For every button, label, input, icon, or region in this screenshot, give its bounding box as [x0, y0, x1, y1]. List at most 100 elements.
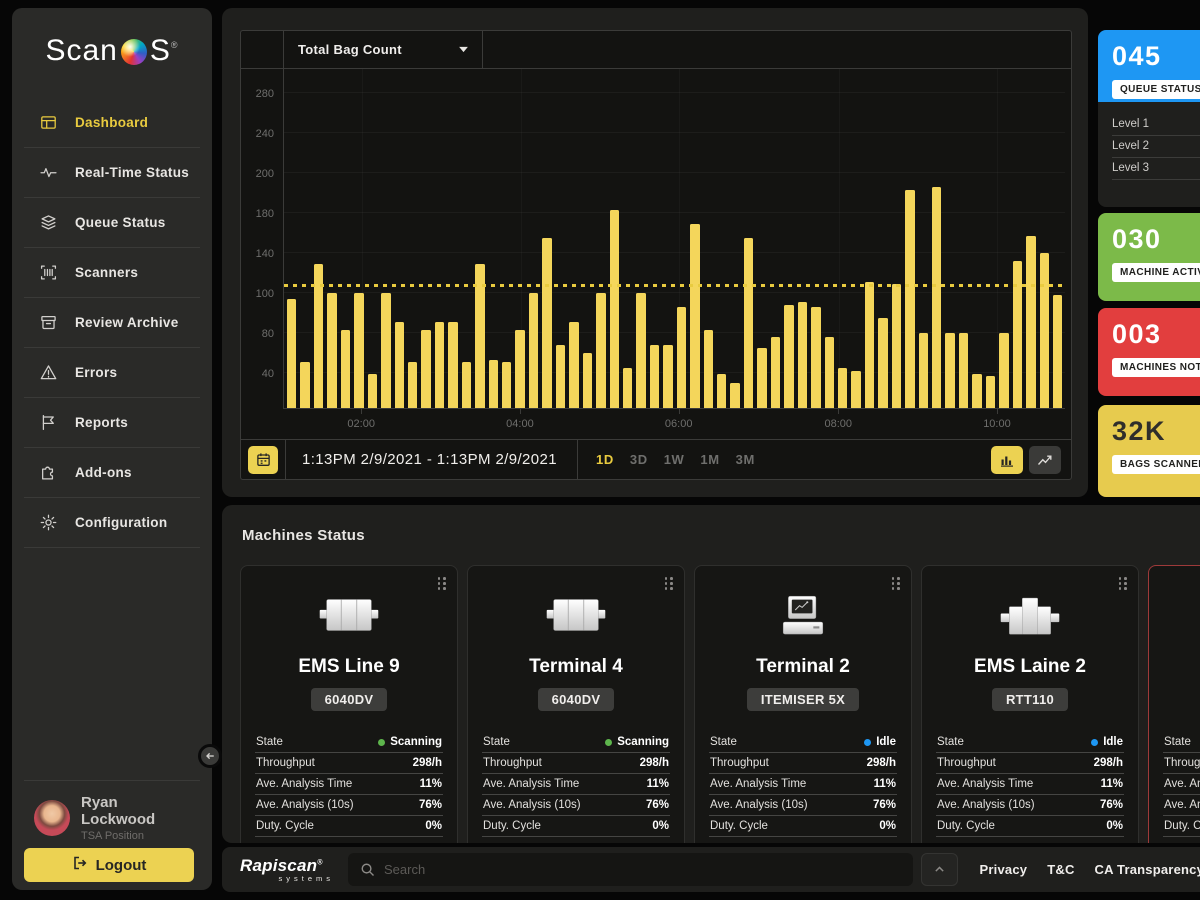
- footer-link-t-c[interactable]: T&C: [1047, 862, 1074, 877]
- bar: [623, 368, 632, 408]
- calendar-button[interactable]: [248, 446, 278, 474]
- machine-card: StateThroughputAve. Analysis TimeAve. An…: [1148, 565, 1200, 843]
- sidebar-item-real-time-status[interactable]: Real-Time Status: [24, 148, 200, 198]
- chart-panel: Total Bag Count 2802402001801401008040 0…: [222, 8, 1088, 497]
- bar: [892, 284, 901, 408]
- search-input[interactable]: [384, 862, 901, 877]
- date-range[interactable]: 1:13PM 2/9/2021 - 1:13PM 2/9/2021: [286, 440, 578, 479]
- logout-button[interactable]: Logout: [24, 848, 194, 882]
- y-tick-label: 80: [262, 328, 274, 340]
- registered-mark: ®: [171, 40, 179, 50]
- machine-card: EMS Line 9 6040DV StateScanningThroughpu…: [240, 565, 458, 843]
- stat-label: Duty. Cycle: [1164, 820, 1200, 832]
- queue-status-card: 045 QUEUE STATUS Level 1Level 2Level 3: [1098, 30, 1200, 207]
- stat-label: Ave. Analysis Time: [483, 778, 579, 790]
- drag-handle-icon[interactable]: [665, 577, 674, 590]
- metric-dropdown[interactable]: Total Bag Count: [283, 31, 483, 68]
- bar: [757, 348, 766, 408]
- stat-value: Scanning: [605, 736, 669, 748]
- search-bar: [348, 853, 913, 886]
- machine-stat-row: Throughput298/h: [936, 753, 1124, 774]
- bar: [1053, 295, 1062, 408]
- sidebar-item-dashboard[interactable]: Dashboard: [24, 98, 200, 148]
- footer-link-ca-transparency[interactable]: CA Transparency: [1095, 862, 1200, 877]
- range-button-1w[interactable]: 1W: [664, 452, 685, 467]
- x-tick-label: 04:00: [506, 418, 534, 430]
- stat-label: Ave. Analysis (10s): [710, 799, 808, 811]
- chart-toolbar: 1:13PM 2/9/2021 - 1:13PM 2/9/2021 1D 3D 1W…: [241, 439, 1071, 479]
- sidebar-item-add-ons[interactable]: Add-ons: [24, 448, 200, 498]
- queue-level-row: Level 3: [1112, 158, 1200, 180]
- stat-value: 0%: [1106, 820, 1123, 832]
- range-selector: 1D 3D 1W 1M 3M: [578, 452, 755, 467]
- x-tick-label: 10:00: [983, 418, 1011, 430]
- stat-value: 298/h: [867, 757, 896, 769]
- drag-handle-icon[interactable]: [1119, 577, 1128, 590]
- bar: [341, 330, 350, 408]
- dashboard-icon: [40, 114, 58, 132]
- x-axis: 02:0004:0006:0008:0010:00: [283, 409, 1065, 439]
- range-button-1m[interactable]: 1M: [700, 452, 719, 467]
- threshold-line: [284, 284, 1065, 287]
- machine-card: Terminal 2 ITEMISER 5X StateIdleThroughp…: [694, 565, 912, 843]
- bar: [771, 337, 780, 408]
- machine-stat-row: StateIdle: [936, 732, 1124, 753]
- collapse-footer-button[interactable]: [921, 853, 958, 886]
- avatar: [34, 800, 70, 836]
- bar-chart: [284, 69, 1065, 408]
- stat-value: 11%: [1101, 778, 1123, 790]
- drag-handle-icon[interactable]: [438, 577, 447, 590]
- errors-icon: [40, 364, 58, 382]
- bar: [825, 337, 834, 408]
- rapiscan-logo: Rapiscan® systems: [240, 857, 336, 883]
- realtime-icon: [40, 164, 58, 182]
- machine-name: EMS Laine 2: [936, 656, 1124, 682]
- queue-status-badge: QUEUE STATUS: [1112, 80, 1200, 99]
- x-tick-label: 02:00: [347, 418, 375, 430]
- stat-value: 76%: [646, 799, 669, 811]
- sidebar: Scan S ® DashboardReal-Time StatusQueue …: [12, 8, 212, 890]
- bar: [529, 293, 538, 408]
- stat-label: Ave. Analysis Time: [256, 778, 352, 790]
- footer-bar: Rapiscan® systems Privacy T&C CA Transpare…: [222, 847, 1200, 892]
- sidebar-item-errors[interactable]: Errors: [24, 348, 200, 398]
- sidebar-item-review-archive[interactable]: Review Archive: [24, 298, 200, 348]
- bar: [784, 305, 793, 409]
- machine-stats: StateIdleThroughput298/hAve. Analysis Ti…: [936, 732, 1124, 837]
- range-button-3d[interactable]: 3D: [630, 452, 648, 467]
- drag-handle-icon[interactable]: [892, 577, 901, 590]
- machine-name: EMS Line 9: [255, 656, 443, 682]
- sidebar-item-configuration[interactable]: Configuration: [24, 498, 200, 548]
- bar: [596, 293, 605, 408]
- sidebar-item-reports[interactable]: Reports: [24, 398, 200, 448]
- machine-stat-row: Ave. Analysis Time11%: [709, 774, 897, 795]
- bar: [717, 374, 726, 409]
- bar: [851, 371, 860, 408]
- sidebar-item-queue-status[interactable]: Queue Status: [24, 198, 200, 248]
- bar: [489, 360, 498, 408]
- stat-value: 76%: [419, 799, 442, 811]
- stat-label: Duty. Cycle: [256, 820, 314, 832]
- stat-label: Throughput: [1164, 757, 1200, 769]
- range-button-3m[interactable]: 3M: [736, 452, 755, 467]
- y-axis: 2802402001801401008040: [241, 69, 283, 409]
- machine-stats: StateIdleThroughput298/hAve. Analysis Ti…: [709, 732, 897, 837]
- bar: [945, 333, 954, 408]
- bar: [327, 293, 336, 408]
- calendar-icon: [256, 452, 271, 467]
- bar: [569, 322, 578, 408]
- sidebar-item-scanners[interactable]: Scanners: [24, 248, 200, 298]
- machine-icon: [482, 594, 670, 644]
- x-tick: [361, 409, 362, 414]
- footer-link-privacy[interactable]: Privacy: [980, 862, 1028, 877]
- bar: [865, 282, 874, 409]
- stat-label: Throughput: [937, 757, 996, 769]
- machines-active-badge: MACHINE ACTIVE: [1112, 263, 1200, 282]
- bar: [650, 345, 659, 408]
- bar: [421, 330, 430, 408]
- sidebar-collapse-button[interactable]: [198, 744, 222, 768]
- chevron-down-icon: [459, 46, 468, 53]
- line-chart-toggle[interactable]: [1029, 446, 1061, 474]
- bar-chart-toggle[interactable]: [991, 446, 1023, 474]
- range-button-1d[interactable]: 1D: [596, 452, 614, 467]
